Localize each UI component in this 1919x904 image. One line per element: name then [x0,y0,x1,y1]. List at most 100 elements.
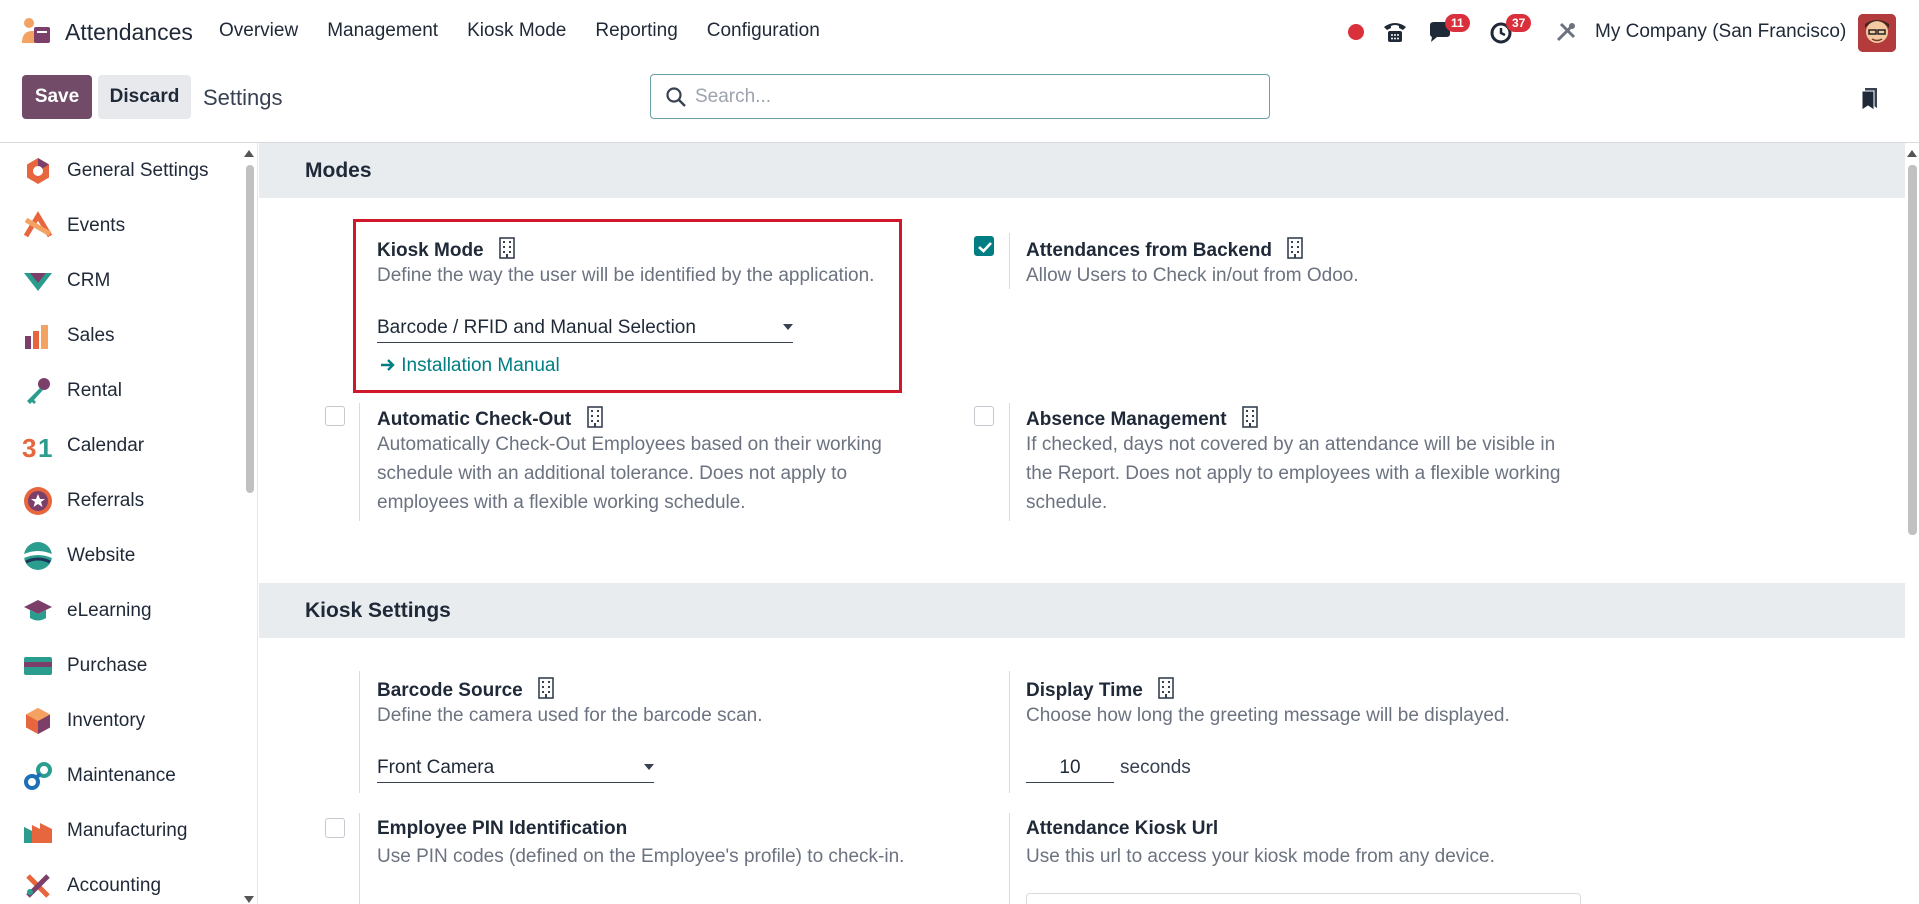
company-building-icon [499,237,515,259]
manufacturing-icon [24,823,52,843]
sidebar-item-inventory[interactable]: Inventory [0,693,240,748]
search-input[interactable] [695,81,1255,113]
chevron-down-icon [644,764,654,770]
absence-title: Absence Management [1026,406,1258,431]
main-scrollbar[interactable] [1908,165,1917,535]
sidebar-item-label: Rental [67,380,122,401]
sidebar-item-label: Maintenance [67,765,176,786]
bookmark-icon[interactable] [1860,86,1880,112]
absence-desc-line: the Report. Does not apply to employees … [1026,463,1561,484]
sidebar-scroll-up-icon[interactable] [244,150,254,157]
backend-checkbox[interactable] [974,236,994,256]
absence-desc-line: If checked, days not covered by an atten… [1026,434,1556,455]
sidebar-scroll-down-icon[interactable] [244,896,254,903]
barcode-source-title: Barcode Source [377,677,554,702]
kiosk-mode-select-value: Barcode / RFID and Manual Selection [377,317,696,338]
events-icon [23,211,53,238]
display-time-title-text: Display Time [1026,680,1143,701]
backend-desc: Allow Users to Check in/out from Odoo. [1026,265,1359,286]
sidebar-item-calendar[interactable]: 3 1 Calendar [0,418,240,473]
company-building-icon [538,677,554,699]
sidebar-item-maintenance[interactable]: Maintenance [0,748,240,803]
barcode-source-select-value: Front Camera [377,757,495,778]
sidebar-item-general-settings[interactable]: General Settings [0,143,240,198]
absence-checkbox[interactable] [974,406,994,426]
sidebar-item-events[interactable]: Events [0,198,240,253]
sidebar-item-label: eLearning [67,600,152,621]
checkmark-icon [978,242,992,253]
discard-button[interactable]: Discard [98,75,191,119]
general-settings-icon [27,158,49,184]
company-building-icon [1158,677,1174,699]
sidebar-item-label: Referrals [67,490,145,511]
search-bar[interactable] [650,74,1270,119]
kiosk-mode-select[interactable]: Barcode / RFID and Manual Selection [377,311,793,343]
installation-manual-text: Installation Manual [401,355,560,376]
setting-divider [359,813,360,904]
display-time-unit: seconds [1120,757,1191,778]
phone-icon[interactable] [1381,19,1409,45]
main-menu: Overview Management Kiosk Mode Reporting… [219,20,849,42]
auto-checkout-desc-line: schedule with an additional tolerance. D… [377,463,848,484]
save-button[interactable]: Save [22,75,92,119]
menu-management[interactable]: Management [327,20,438,42]
installation-manual-link[interactable]: Installation Manual [380,355,560,377]
tools-icon[interactable] [1553,19,1581,45]
setting-divider [359,671,360,793]
sidebar-item-manufacturing[interactable]: Manufacturing [0,803,240,858]
calendar-icon: 3 1 [22,433,52,462]
absence-desc: If checked, days not covered by an atten… [1026,430,1560,517]
maintenance-icon [24,762,52,790]
menu-overview[interactable]: Overview [219,20,298,42]
barcode-source-select[interactable]: Front Camera [377,751,654,783]
elearning-icon [24,600,52,621]
backend-title: Attendances from Backend [1026,237,1304,262]
pin-checkbox[interactable] [325,818,345,838]
recording-dot-icon[interactable] [1348,24,1364,40]
svg-text:3: 3 [22,433,36,462]
sidebar-scrollbar[interactable] [246,165,254,493]
sidebar-item-crm[interactable]: CRM [0,253,240,308]
attendances-app-icon[interactable] [20,17,50,45]
auto-checkout-desc-line: Automatically Check-Out Employees based … [377,434,882,455]
svg-text:1: 1 [38,433,52,462]
search-icon [666,87,686,107]
barcode-source-title-text: Barcode Source [377,680,523,701]
sidebar-item-sales[interactable]: Sales [0,308,240,363]
company-building-icon [1242,406,1258,428]
top-navbar: Attendances Overview Management Kiosk Mo… [0,0,1919,64]
sidebar-item-rental[interactable]: Rental [0,363,240,418]
sidebar-item-accounting[interactable]: Accounting [0,858,240,904]
app-name[interactable]: Attendances [65,19,193,46]
company-switcher[interactable]: My Company (San Francisco) [1595,21,1846,43]
absence-desc-line: schedule. [1026,492,1108,513]
main-scroll-up-icon[interactable] [1907,150,1917,157]
sidebar-item-label: CRM [67,270,111,291]
settings-sidebar: General Settings Events CRM Sales Rental [0,143,258,904]
auto-checkout-checkbox[interactable] [325,406,345,426]
display-time-input[interactable]: 10 [1026,751,1114,783]
sidebar-item-label: Website [67,545,136,566]
kiosk-url-title: Attendance Kiosk Url [1026,818,1219,839]
menu-reporting[interactable]: Reporting [595,20,677,42]
auto-checkout-title: Automatic Check-Out [377,406,603,431]
sidebar-item-purchase[interactable]: Purchase [0,638,240,693]
referrals-icon [24,487,52,515]
sidebar-item-label: Events [67,215,126,236]
sidebar-item-label: General Settings [67,160,209,181]
accounting-icon [26,874,50,898]
setting-divider [1009,233,1010,289]
kiosk-url-field[interactable] [1026,893,1581,904]
sidebar-item-label: Inventory [67,710,146,731]
section-kiosk-settings-title: Kiosk Settings [305,599,451,622]
user-avatar[interactable] [1858,14,1896,52]
sidebar-item-website[interactable]: Website [0,528,240,583]
menu-kiosk-mode[interactable]: Kiosk Mode [467,20,566,42]
sidebar-item-label: Manufacturing [67,820,188,841]
sidebar-item-label: Calendar [67,435,145,456]
auto-checkout-title-text: Automatic Check-Out [377,409,572,430]
sidebar-item-referrals[interactable]: Referrals [0,473,240,528]
menu-configuration[interactable]: Configuration [707,20,820,42]
sidebar-item-elearning[interactable]: eLearning [0,583,240,638]
pin-title: Employee PIN Identification [377,818,628,839]
